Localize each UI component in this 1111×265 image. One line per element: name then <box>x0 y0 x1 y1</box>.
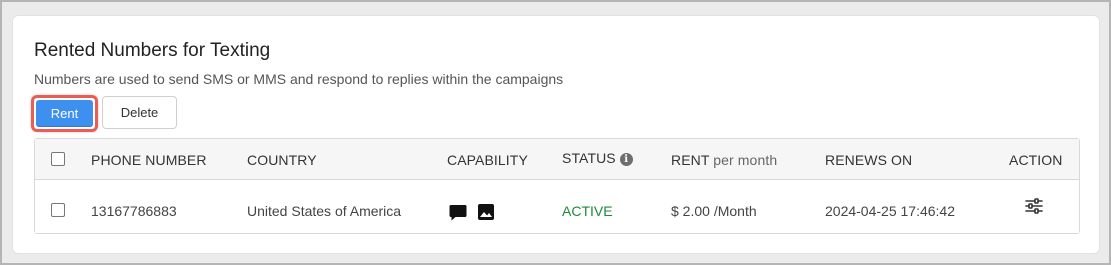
status-badge: ACTIVE <box>562 203 613 219</box>
column-header-capability: CAPABILITY <box>447 152 528 168</box>
phone-number-cell: 13167786883 <box>91 203 177 219</box>
column-header-phone-number: PHONE NUMBER <box>91 152 207 168</box>
settings-sliders-icon[interactable] <box>1025 198 1043 214</box>
column-header-renews-on: RENEWS ON <box>825 152 913 168</box>
column-header-country: COUNTRY <box>247 152 317 168</box>
page-subtitle: Numbers are used to send SMS or MMS and … <box>34 71 564 87</box>
renews-on-cell: 2024-04-25 17:46:42 <box>825 203 955 219</box>
column-header-rent: RENT per month <box>671 152 777 168</box>
column-header-status: STATUS i <box>562 150 633 166</box>
sms-icon <box>449 205 467 221</box>
table-row: 13167786883 United States of America ACT… <box>35 181 1079 233</box>
rent-button-highlight: Rent <box>31 95 98 132</box>
table-header: PHONE NUMBER COUNTRY CAPABILITY STATUS i … <box>35 139 1079 180</box>
column-header-status-label: STATUS <box>562 150 616 166</box>
column-header-action: ACTION <box>1009 152 1063 168</box>
row-checkbox[interactable] <box>51 203 65 217</box>
rent-button[interactable]: Rent <box>36 100 93 127</box>
rented-numbers-card: Rented Numbers for Texting Numbers are u… <box>12 15 1100 254</box>
info-icon[interactable]: i <box>619 153 633 166</box>
column-header-rent-label: RENT <box>671 152 710 168</box>
window-frame: Rented Numbers for Texting Numbers are u… <box>0 0 1111 265</box>
numbers-table: PHONE NUMBER COUNTRY CAPABILITY STATUS i … <box>34 138 1080 234</box>
country-cell: United States of America <box>247 203 402 219</box>
rent-cell: $ 2.00 /Month <box>671 203 757 219</box>
mms-image-icon <box>478 204 494 220</box>
select-all-checkbox[interactable] <box>51 152 65 166</box>
delete-button[interactable]: Delete <box>102 96 177 129</box>
page-title: Rented Numbers for Texting <box>34 40 271 61</box>
column-header-rent-suffix: per month <box>713 152 778 168</box>
